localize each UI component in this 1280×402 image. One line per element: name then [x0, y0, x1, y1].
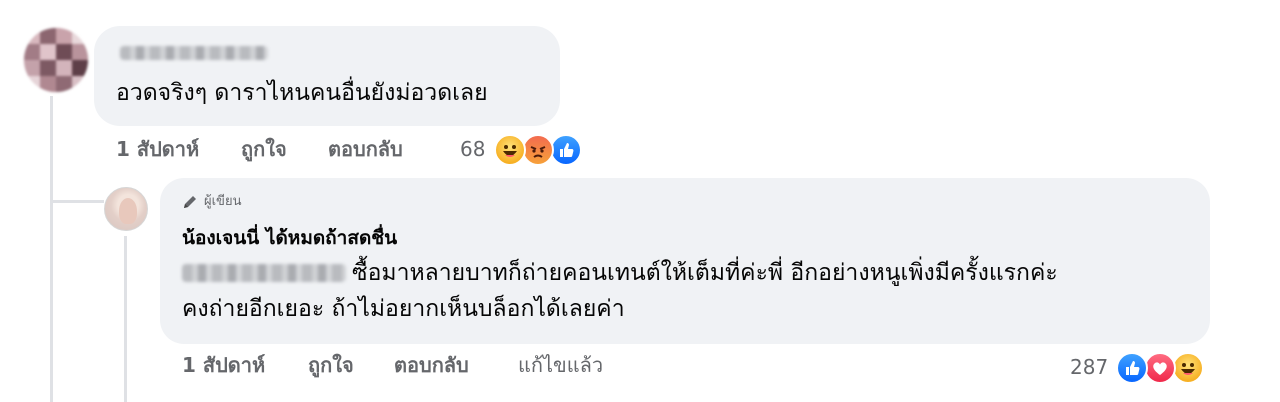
love-icon[interactable]	[1144, 352, 1176, 384]
haha-icon[interactable]	[494, 134, 526, 166]
reply-button[interactable]: ตอบกลับ	[394, 352, 469, 378]
author-badge: ผู้เขียน	[204, 194, 242, 209]
thread-branch	[50, 200, 104, 203]
haha-icon[interactable]	[1172, 352, 1204, 384]
timestamp-link[interactable]: 1 สัปดาห์	[182, 352, 265, 378]
like-icon[interactable]	[1116, 352, 1148, 384]
timestamp-link[interactable]: 1 สัปดาห์	[116, 136, 199, 162]
mentioned-name-redacted[interactable]	[182, 264, 346, 282]
reply-bubble: ผู้เขียน น้องเจนนี่ ได้หมดถ้าสดชื่น ซื้อ…	[160, 178, 1210, 344]
avatar[interactable]	[104, 187, 148, 231]
like-icon[interactable]	[550, 134, 582, 166]
reply-body-line-1: ซื้อมาหลายบาทก็ถ่ายคอนเทนต์ให้เต็มที่ค่ะ…	[352, 260, 1058, 286]
reply-thread-line	[124, 236, 127, 402]
reply-button[interactable]: ตอบกลับ	[328, 136, 403, 162]
thread-line	[50, 96, 53, 402]
author-name-redacted[interactable]	[120, 46, 268, 60]
avatar[interactable]	[24, 28, 88, 92]
author-name[interactable]: น้องเจนนี่ ได้หมดถ้าสดชื่น	[182, 226, 397, 250]
reply-body-line-2: คงถ่ายอีกเยอะ ถ้าไม่อยากเห็นบล็อกได้เลยค…	[182, 296, 625, 322]
comment-bubble: อวดจริงๆ ดาราไหนคนอื่นยังม่อวดเลย	[94, 26, 560, 126]
pencil-icon	[184, 196, 196, 208]
like-button[interactable]: ถูกใจ	[241, 136, 287, 162]
reaction-count[interactable]: 287	[1070, 354, 1108, 380]
reaction-count[interactable]: 68	[460, 136, 485, 162]
edited-label[interactable]: แก้ไขแล้ว	[518, 352, 603, 378]
angry-icon[interactable]	[522, 134, 554, 166]
like-button[interactable]: ถูกใจ	[308, 352, 354, 378]
comment-body: อวดจริงๆ ดาราไหนคนอื่นยังม่อวดเลย	[116, 80, 488, 106]
